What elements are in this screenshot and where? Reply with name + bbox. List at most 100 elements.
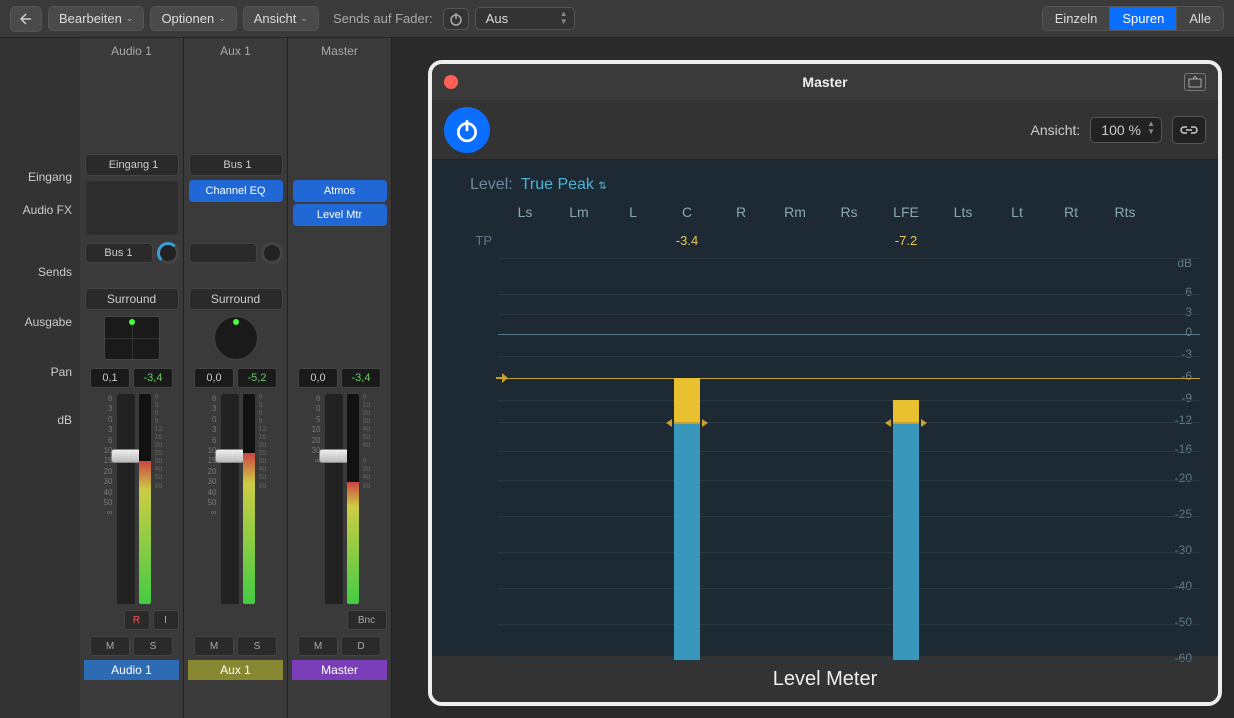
gridline [498, 480, 1200, 481]
edit-menu[interactable]: Bearbeiten⌄ [48, 6, 144, 31]
tp-value [936, 233, 990, 248]
solo-button[interactable]: D [341, 636, 381, 656]
tp-value [714, 233, 768, 248]
gridline [498, 294, 1200, 295]
meter-bar [674, 422, 700, 660]
level-meter-plugin-window: Master Ansicht: 100 % ▲▼ Level: True Pea… [428, 60, 1222, 706]
sends-row: Bus 1 [85, 240, 179, 266]
view-menu[interactable]: Ansicht⌄ [243, 6, 319, 31]
gridline [498, 552, 1200, 553]
sends-row-label: Sends [0, 257, 80, 287]
channel-header: L [606, 204, 660, 220]
plugin-title: Master [802, 74, 847, 90]
gridline [498, 624, 1200, 625]
fx-row-label: Audio FX [0, 195, 80, 225]
level-meter [139, 394, 151, 604]
meter-bar-peak [674, 378, 700, 422]
ansicht-label: Ansicht: [1030, 122, 1080, 138]
meter-graph: dB 630-3-6-9-12-16-20-25-30-40-50-60 [450, 258, 1200, 656]
db-peak[interactable]: -3,4 [133, 368, 173, 388]
fx-slot[interactable]: Atmos [293, 180, 387, 202]
gridline [498, 356, 1200, 357]
send-knob[interactable] [261, 242, 283, 264]
db-value[interactable]: 0,0 [194, 368, 234, 388]
tp-value [498, 233, 552, 248]
db-peak[interactable]: -3,4 [341, 368, 381, 388]
fader-scale-left: 63036101520304050∞ [199, 394, 217, 604]
input-slot[interactable]: Bus 1 [189, 154, 283, 176]
fader-track[interactable] [221, 394, 239, 604]
link-button[interactable] [1172, 116, 1206, 144]
back-arrow-icon[interactable] [10, 6, 42, 32]
fader-handle[interactable] [319, 449, 349, 463]
tp-value [1098, 233, 1152, 248]
sends-power-toggle[interactable] [443, 8, 469, 30]
plugin-power-button[interactable] [444, 107, 490, 153]
tp-label: TP [458, 233, 498, 248]
level-meter [243, 394, 255, 604]
pan-grid[interactable] [104, 316, 160, 360]
mute-button[interactable]: M [194, 636, 234, 656]
fader-track[interactable] [325, 394, 343, 604]
input-slot[interactable]: Eingang 1 [85, 154, 179, 176]
input-row-label: Eingang [0, 162, 80, 192]
tp-value: -7.2 [876, 233, 936, 248]
gridline [498, 400, 1200, 401]
strip-name[interactable]: Audio 1 [84, 660, 179, 680]
channel-headers: LsLmLCRRmRsLFELtsLtRtRts [498, 204, 1200, 220]
sends-row [189, 240, 283, 266]
mute-button[interactable]: M [298, 636, 338, 656]
view-all-button[interactable]: Alle [1176, 7, 1223, 30]
send-slot[interactable]: Bus 1 [85, 243, 153, 263]
fx-slot-empty[interactable] [85, 180, 179, 236]
output-slot[interactable]: Surround [189, 288, 283, 310]
options-menu[interactable]: Optionen⌄ [150, 6, 236, 31]
meter-scale-right: 03691216202530405060 [155, 394, 169, 604]
meter-bars-zone[interactable] [498, 258, 1200, 656]
pan-circle[interactable] [214, 316, 258, 360]
gridline [498, 660, 1200, 661]
close-icon[interactable] [444, 75, 458, 89]
sends-on-fader-label: Sends auf Fader: [333, 11, 433, 26]
level-mode-select[interactable]: True Peak ⇅ [521, 176, 607, 194]
plugin-footer: Level Meter [432, 656, 1218, 702]
zoom-select[interactable]: 100 % ▲▼ [1090, 117, 1162, 143]
fx-slot[interactable]: Level Mtr [293, 204, 387, 226]
chevron-down-icon: ⌄ [126, 13, 134, 24]
automation-button[interactable]: R [124, 610, 150, 630]
strip-name[interactable]: Master [292, 660, 387, 680]
options-menu-label: Optionen [161, 11, 214, 26]
db-value[interactable]: 0,1 [90, 368, 130, 388]
send-knob[interactable] [157, 242, 179, 264]
tp-value [768, 233, 822, 248]
automation-button[interactable]: I [153, 610, 179, 630]
solo-button[interactable]: S [237, 636, 277, 656]
mute-button[interactable]: M [90, 636, 130, 656]
db-peak[interactable]: -5,2 [237, 368, 277, 388]
solo-button[interactable]: S [133, 636, 173, 656]
view-single-button[interactable]: Einzeln [1043, 7, 1110, 30]
view-tracks-button[interactable]: Spuren [1109, 7, 1176, 30]
updown-icon: ⇅ [598, 181, 606, 192]
strip-name[interactable]: Aux 1 [188, 660, 283, 680]
tp-value [606, 233, 660, 248]
fader-handle[interactable] [215, 449, 245, 463]
level-mode-value: True Peak [521, 176, 594, 193]
fader-track[interactable] [117, 394, 135, 604]
channel-header: Rt [1044, 204, 1098, 220]
pin-icon[interactable] [1184, 73, 1206, 91]
sends-select[interactable]: Aus ▲▼ [475, 7, 575, 30]
automation-button[interactable]: Bnc [347, 610, 387, 630]
plugin-titlebar[interactable]: Master [432, 64, 1218, 100]
tp-value [1044, 233, 1098, 248]
output-slot[interactable]: Surround [85, 288, 179, 310]
db-value[interactable]: 0,0 [298, 368, 338, 388]
pan-row-label: Pan [0, 357, 80, 387]
updown-icon: ▲▼ [1147, 120, 1155, 136]
meter-scale-right: 03691216202530405060 [259, 394, 273, 604]
strip-title: Audio 1 [111, 44, 152, 62]
send-slot[interactable] [189, 243, 257, 263]
meter-bar-peak [893, 400, 919, 422]
fader-handle[interactable] [111, 449, 141, 463]
fx-slot[interactable]: Channel EQ [189, 180, 283, 202]
